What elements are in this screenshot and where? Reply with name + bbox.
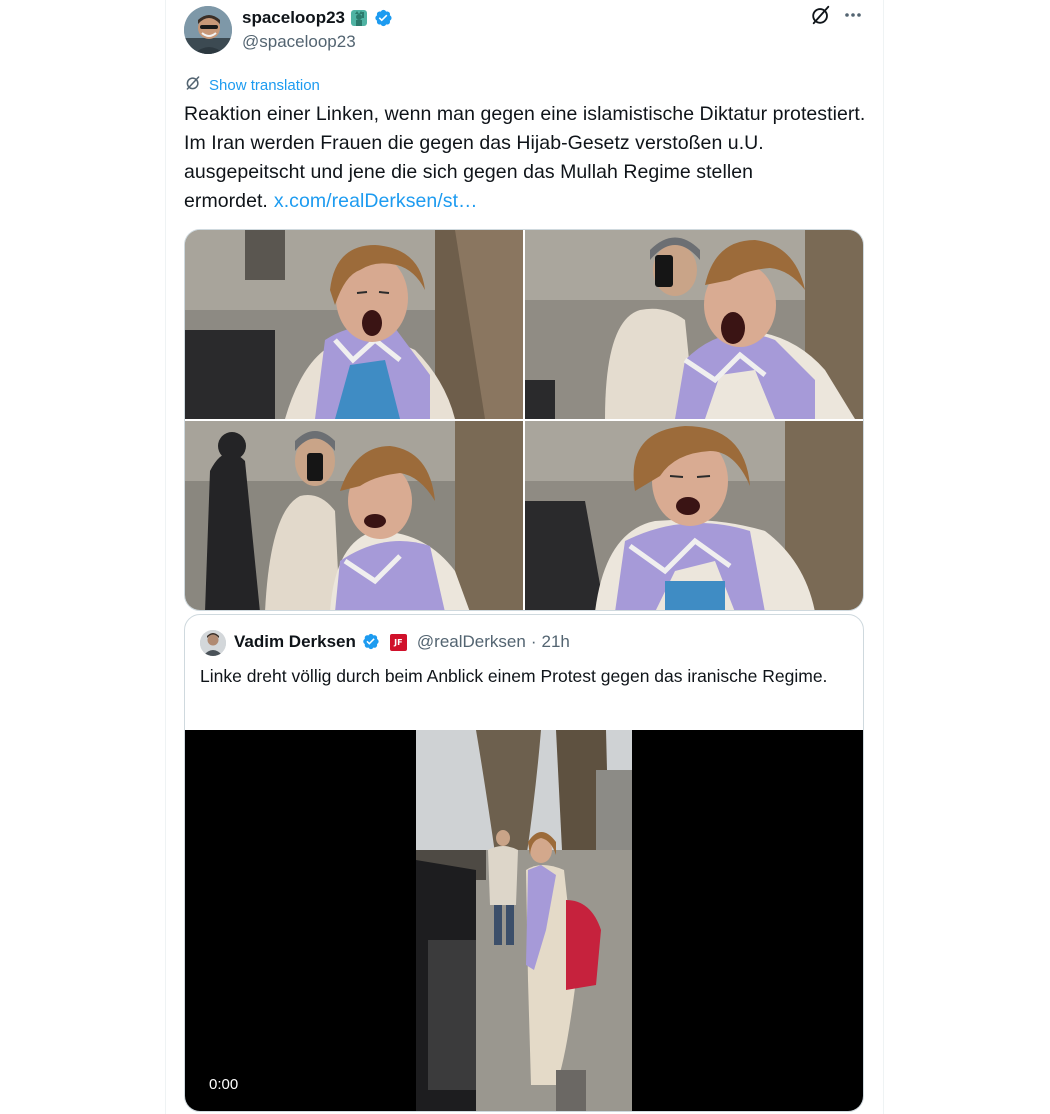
separator-dot: · [530, 632, 537, 651]
media-image-3[interactable] [185, 421, 523, 610]
quoted-tweet-header: Vadim Derksen JF @realDerksen · 21h [234, 632, 570, 652]
tweet-link[interactable]: x.com/realDerksen/st… [274, 190, 478, 212]
verified-badge-icon[interactable] [373, 8, 393, 28]
author-avatar[interactable] [184, 6, 232, 54]
quoted-author-avatar[interactable] [200, 630, 226, 656]
author-handle[interactable]: @spaceloop23 [242, 32, 356, 52]
video-timestamp: 0:00 [203, 1074, 245, 1095]
affiliate-badge-icon[interactable]: JF [389, 633, 407, 651]
quoted-author-handle[interactable]: @realDerksen [417, 632, 526, 652]
grok-button[interactable] [808, 4, 834, 30]
show-translation-label[interactable]: Show translation [209, 77, 320, 94]
media-grid [184, 229, 864, 611]
statue-of-liberty-emoji-icon [349, 8, 369, 28]
more-button[interactable] [840, 4, 866, 30]
quoted-tweet-time[interactable]: 21h [541, 632, 569, 652]
verified-badge-icon[interactable] [361, 632, 381, 652]
quoted-tweet[interactable]: Vadim Derksen JF @realDerksen · 21h Link… [184, 614, 864, 1112]
more-horizontal-icon [843, 5, 863, 30]
media-image-1[interactable] [185, 230, 523, 419]
quoted-tweet-text: Linke dreht völlig durch beim Anblick ei… [200, 666, 828, 686]
translate-icon [184, 74, 202, 97]
tweet-text: Reaktion einer Linken, wenn man gegen ei… [184, 100, 874, 216]
timeline-border-left [165, 0, 166, 1114]
author-name-row[interactable]: spaceloop23 [242, 7, 393, 29]
video-player[interactable]: 0:00 [185, 730, 863, 1111]
media-image-4[interactable] [525, 421, 863, 610]
timeline-border-right [883, 0, 884, 1114]
show-translation-button[interactable]: Show translation [184, 74, 320, 97]
author-display-name[interactable]: spaceloop23 [242, 8, 345, 28]
video-frame [416, 730, 632, 1111]
grok-icon [810, 4, 832, 31]
quoted-author-name[interactable]: Vadim Derksen [234, 632, 356, 652]
media-image-2[interactable] [525, 230, 863, 419]
